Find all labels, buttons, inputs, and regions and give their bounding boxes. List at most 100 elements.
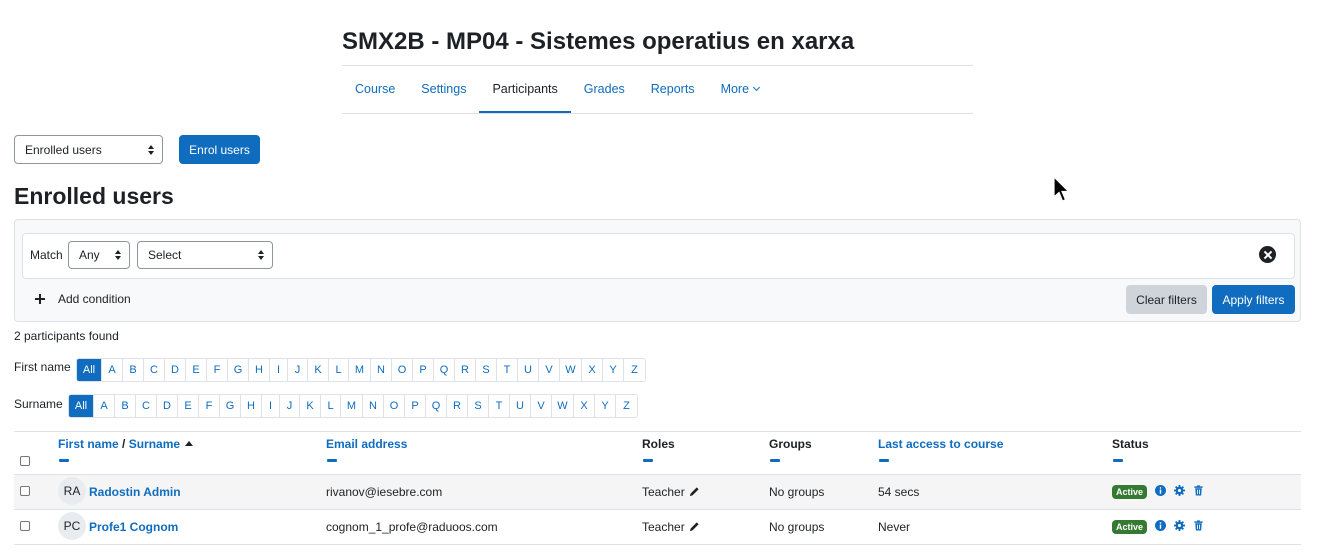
gear-icon[interactable] (1174, 485, 1186, 496)
surname-initial-h[interactable]: H (241, 395, 262, 417)
apply-filters-button[interactable]: Apply filters (1212, 285, 1295, 314)
surname-initial-z[interactable]: Z (616, 395, 637, 417)
tab-grades[interactable]: Grades (571, 66, 638, 113)
surname-initial-k[interactable]: K (300, 395, 321, 417)
sort-first-name-link[interactable]: First name (58, 437, 119, 451)
surname-initial-x[interactable]: X (574, 395, 595, 417)
row-select-checkbox[interactable] (20, 521, 30, 531)
surname-initial-t[interactable]: T (489, 395, 510, 417)
participant-roles: Teacher (642, 485, 700, 499)
surname-initial-b[interactable]: B (115, 395, 136, 417)
surname-initial-i[interactable]: I (262, 395, 280, 417)
surname-initial-m[interactable]: M (341, 395, 363, 417)
first-name-initial-p[interactable]: P (413, 359, 434, 381)
first-name-initial-t[interactable]: T (497, 359, 518, 381)
surname-initial-s[interactable]: S (468, 395, 489, 417)
surname-initial-e[interactable]: E (178, 395, 199, 417)
first-name-initial-d[interactable]: D (165, 359, 186, 381)
surname-initial-j[interactable]: J (280, 395, 300, 417)
first-name-initial-x[interactable]: X (582, 359, 603, 381)
header-status: Status (1112, 437, 1149, 451)
collapse-email-column-icon[interactable] (327, 459, 337, 462)
first-name-initial-v[interactable]: V (539, 359, 560, 381)
gear-icon[interactable] (1174, 520, 1186, 531)
surname-initial-d[interactable]: D (157, 395, 178, 417)
row-select-checkbox[interactable] (20, 486, 30, 496)
first-name-initial-i[interactable]: I (270, 359, 288, 381)
first-name-initial-a[interactable]: A (102, 359, 123, 381)
first-name-initial-z[interactable]: Z (624, 359, 645, 381)
surname-initial-r[interactable]: R (447, 395, 468, 417)
clear-filters-button[interactable]: Clear filters (1126, 285, 1207, 314)
participant-email: rivanov@iesebre.com (326, 485, 443, 499)
surname-initial-p[interactable]: P (405, 395, 426, 417)
first-name-initial-s[interactable]: S (476, 359, 497, 381)
tab-more[interactable]: More (708, 66, 772, 113)
avatar: PC (58, 512, 86, 540)
collapse-roles-column-icon[interactable] (643, 459, 653, 462)
surname-initials-bar: All ABCDEFGHIJKLMNOPQRSTUVWXYZ (68, 394, 638, 418)
collapse-name-column-icon[interactable] (59, 459, 69, 462)
course-header: SMX2B - MP04 - Sistemes operatius en xar… (342, 26, 973, 114)
participants-view-select[interactable]: Enrolled users (14, 135, 163, 164)
first-name-initial-l[interactable]: L (329, 359, 349, 381)
pencil-icon[interactable] (689, 521, 700, 532)
surname-initial-c[interactable]: C (136, 395, 157, 417)
surname-initial-y[interactable]: Y (595, 395, 616, 417)
surname-initial-q[interactable]: Q (426, 395, 447, 417)
select-arrows-icon (115, 250, 121, 260)
first-name-initial-q[interactable]: Q (434, 359, 455, 381)
first-name-initial-g[interactable]: G (228, 359, 249, 381)
info-icon[interactable] (1155, 485, 1167, 496)
first-name-initial-e[interactable]: E (186, 359, 207, 381)
surname-initial-l[interactable]: L (321, 395, 341, 417)
first-name-initial-u[interactable]: U (518, 359, 539, 381)
trash-icon[interactable] (1193, 485, 1204, 496)
collapse-status-column-icon[interactable] (1113, 459, 1123, 462)
first-name-initial-b[interactable]: B (123, 359, 144, 381)
tab-reports[interactable]: Reports (638, 66, 708, 113)
tab-participants[interactable]: Participants (479, 66, 571, 113)
surname-initial-u[interactable]: U (510, 395, 531, 417)
sort-surname-link[interactable]: Surname (129, 437, 180, 451)
surname-initial-v[interactable]: V (531, 395, 552, 417)
first-name-initial-all[interactable]: All (77, 359, 102, 381)
participant-name-link[interactable]: Profe1 Cognom (89, 520, 178, 534)
enrol-users-button[interactable]: Enrol users (179, 135, 260, 164)
first-name-initial-n[interactable]: N (371, 359, 392, 381)
collapse-groups-column-icon[interactable] (770, 459, 780, 462)
sort-last-access-link[interactable]: Last access to course (878, 437, 1003, 451)
surname-initial-f[interactable]: F (199, 395, 220, 417)
info-icon[interactable] (1155, 520, 1167, 531)
filter-type-select[interactable]: Select (137, 241, 273, 269)
select-all-checkbox[interactable] (20, 456, 30, 466)
tab-course[interactable]: Course (342, 66, 408, 113)
participant-status: Active (1112, 484, 1204, 499)
surname-initial-n[interactable]: N (363, 395, 384, 417)
first-name-initial-h[interactable]: H (249, 359, 270, 381)
add-condition-button[interactable]: Add condition (35, 292, 131, 306)
table-row: RA Radostin Admin rivanov@iesebre.com Te… (14, 475, 1301, 510)
trash-icon[interactable] (1193, 520, 1204, 531)
collapse-last-access-column-icon[interactable] (879, 459, 889, 462)
surname-initial-w[interactable]: W (552, 395, 574, 417)
surname-initial-all[interactable]: All (69, 395, 94, 417)
sort-email-link[interactable]: Email address (326, 437, 407, 451)
surname-initial-o[interactable]: O (384, 395, 405, 417)
tab-settings[interactable]: Settings (408, 66, 479, 113)
match-select[interactable]: Any (68, 241, 130, 269)
surname-initial-g[interactable]: G (220, 395, 241, 417)
pencil-icon[interactable] (689, 486, 700, 497)
first-name-initial-k[interactable]: K (308, 359, 329, 381)
first-name-initial-r[interactable]: R (455, 359, 476, 381)
surname-initial-a[interactable]: A (94, 395, 115, 417)
first-name-initial-y[interactable]: Y (603, 359, 624, 381)
first-name-initial-j[interactable]: J (288, 359, 308, 381)
first-name-initial-w[interactable]: W (560, 359, 582, 381)
first-name-initial-c[interactable]: C (144, 359, 165, 381)
first-name-initial-m[interactable]: M (349, 359, 371, 381)
participant-name-link[interactable]: Radostin Admin (89, 485, 181, 499)
first-name-initial-f[interactable]: F (207, 359, 228, 381)
first-name-initial-o[interactable]: O (392, 359, 413, 381)
remove-filter-icon[interactable] (1259, 246, 1276, 263)
